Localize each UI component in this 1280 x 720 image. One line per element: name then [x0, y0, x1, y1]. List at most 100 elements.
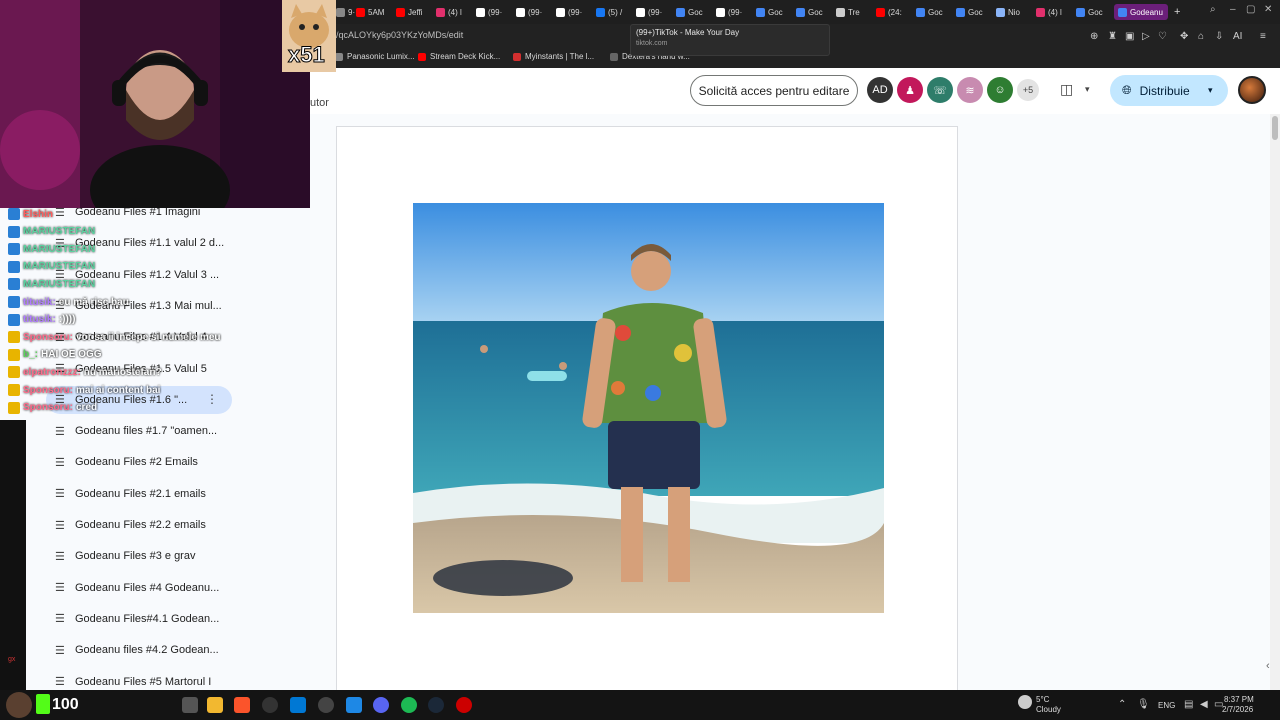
language-indicator[interactable]: ENG: [1158, 701, 1175, 710]
screenshot-icon[interactable]: ▣: [1125, 31, 1134, 42]
outline-item[interactable]: ☰ Godeanu files #1.7 "oamen...: [55, 420, 225, 442]
outline-item[interactable]: ☰ Godeanu Files #2.1 emails: [55, 483, 225, 505]
browser-tab[interactable]: (24:: [876, 4, 914, 20]
viewer-avatar[interactable]: ♟: [897, 77, 923, 103]
brave-browser-icon[interactable]: [234, 697, 250, 713]
browser-tab[interactable]: Goc: [916, 4, 954, 20]
tab-favicon-icon: [396, 7, 405, 17]
extension-icon[interactable]: ♜: [1108, 31, 1117, 42]
outline-item[interactable]: ☰ Godeanu Files #2.2 emails: [55, 514, 225, 536]
browser-tab[interactable]: (99·: [476, 4, 514, 20]
outline-item[interactable]: ☰ Godeanu Files #4 Godeanu...: [55, 577, 225, 599]
outline-item-label: Godeanu Files#4.1 Godean...: [75, 612, 220, 625]
profile-avatar[interactable]: [1238, 76, 1266, 104]
browser-tab[interactable]: (99·: [636, 4, 674, 20]
discord-icon[interactable]: [373, 697, 389, 713]
chevron-left-icon[interactable]: ‹: [1266, 660, 1270, 672]
browser-tab[interactable]: (5) /: [596, 4, 634, 20]
microphone-icon[interactable]: 🎙︎: [1137, 699, 1150, 710]
browser-tab[interactable]: (99·: [556, 4, 594, 20]
download-icon[interactable]: ⇩: [1215, 31, 1223, 42]
meet-video-icon[interactable]: ◫: [1060, 81, 1073, 98]
extensions-puzzle-icon[interactable]: ✥: [1180, 31, 1188, 42]
steam-icon[interactable]: [428, 697, 444, 713]
spotify-icon[interactable]: [401, 697, 417, 713]
browser-tab[interactable]: (99·: [516, 4, 554, 20]
tab-favicon-icon: [556, 7, 565, 17]
scrollbar-thumb[interactable]: [1272, 116, 1278, 140]
chat-username: Elshin: [23, 208, 54, 220]
app-icon[interactable]: [346, 697, 362, 713]
chat-username: elpatronzzz:: [23, 366, 81, 378]
viewer-avatar[interactable]: ☺: [987, 77, 1013, 103]
outline-item[interactable]: ☰ Godeanu files #4.2 Godean...: [55, 639, 225, 661]
browser-tab[interactable]: Goc: [796, 4, 834, 20]
browser-tab[interactable]: Nio: [996, 4, 1034, 20]
viewer-avatar[interactable]: ≋: [957, 77, 983, 103]
opera-gx-icon[interactable]: [456, 697, 472, 713]
play-icon[interactable]: ▷: [1142, 31, 1150, 42]
browser-tab[interactable]: (99·: [716, 4, 754, 20]
bookmark-item[interactable]: Stream Deck Kick...: [418, 52, 500, 61]
weather-condition[interactable]: Cloudy: [1036, 705, 1061, 714]
more-viewers-badge[interactable]: +5: [1017, 79, 1039, 101]
request-edit-access-button[interactable]: Solicită acces pentru editare: [690, 75, 858, 106]
browser-tab[interactable]: 5AM: [356, 4, 394, 20]
obs-icon[interactable]: [262, 697, 278, 713]
outline-item[interactable]: ☰ Godeanu Files #3 e grav: [55, 545, 225, 567]
bookmark-label: Stream Deck Kick...: [430, 52, 501, 61]
bookmark-item[interactable]: Myinstants | The l...: [513, 52, 594, 61]
share-caret-icon[interactable]: ▾: [1208, 85, 1213, 96]
outline-item[interactable]: ☰ Godeanu Files #2 Emails: [55, 451, 225, 473]
tab-favicon-icon: [596, 7, 605, 17]
tab-label: Goc: [968, 7, 983, 17]
clock-date[interactable]: 2/7/2026: [1222, 705, 1253, 714]
chat-text: :)))): [58, 314, 76, 326]
store-icon[interactable]: [290, 697, 306, 713]
meet-caret-icon[interactable]: ▾: [1085, 84, 1090, 95]
wifi-icon[interactable]: ▤: [1184, 699, 1193, 710]
file-explorer-icon[interactable]: [207, 697, 223, 713]
chat-text: vor sa ii incepe si numele meu: [76, 331, 221, 343]
tab-label: (4) l: [448, 7, 462, 17]
chat-message: b_: HAI OE OGG: [8, 348, 102, 361]
new-tab-button[interactable]: +: [1174, 4, 1188, 20]
menu-icon[interactable]: ≡: [1260, 31, 1266, 42]
scrollbar[interactable]: [1270, 114, 1280, 690]
browser-tab[interactable]: Goc: [1076, 4, 1114, 20]
bookmark-heart-icon[interactable]: ♡: [1158, 31, 1167, 42]
settings-gear-icon[interactable]: [318, 697, 334, 713]
outline-item[interactable]: ☰ Godeanu Files#4.1 Godean...: [55, 608, 225, 630]
bookmark-favicon-icon: [513, 52, 521, 61]
close-window-icon[interactable]: ✕: [1264, 4, 1272, 15]
wallet-icon[interactable]: ⌂: [1198, 31, 1204, 42]
minimize-icon[interactable]: –: [1230, 4, 1236, 15]
maximize-icon[interactable]: ▢: [1246, 4, 1255, 15]
ai-button[interactable]: AI: [1233, 31, 1242, 42]
tray-overflow-icon[interactable]: ⌃: [1118, 699, 1126, 710]
browser-tab[interactable]: Goc: [756, 4, 794, 20]
zoom-icon[interactable]: ⊕: [1090, 31, 1098, 42]
browser-tab[interactable]: Jeffi: [396, 4, 434, 20]
search-tabs-icon[interactable]: ⌕: [1210, 4, 1216, 15]
browser-tab[interactable]: Godeanu: [1114, 4, 1168, 20]
bookmark-item[interactable]: Panasonic Lumix...: [335, 52, 415, 61]
viewer-avatar[interactable]: AD: [867, 77, 893, 103]
task-view-icon[interactable]: [182, 697, 198, 713]
browser-tab[interactable]: Tre: [836, 4, 874, 20]
browser-tab[interactable]: Goc: [956, 4, 994, 20]
clock-time[interactable]: 8:37 PM: [1224, 695, 1254, 704]
outline-item-label: Godeanu files #4.2 Godean...: [75, 644, 219, 657]
tab-label: (99·: [728, 7, 743, 17]
browser-tab[interactable]: (4) l: [1036, 4, 1074, 20]
weather-temperature[interactable]: 5°C: [1036, 695, 1049, 704]
browser-tab[interactable]: (4) l: [436, 4, 474, 20]
viewer-avatar[interactable]: ☏: [927, 77, 953, 103]
tab-favicon-icon: [676, 7, 685, 17]
chat-text: nu mariostefan?: [83, 366, 162, 378]
url-field[interactable]: /qcALOYky6p03YKzYoMDs/edit: [336, 30, 463, 40]
tab-favicon-icon: [836, 7, 845, 17]
volume-icon[interactable]: ◀︎: [1200, 699, 1208, 710]
more-options-icon[interactable]: ⋮: [206, 392, 218, 406]
browser-tab[interactable]: Goc: [676, 4, 714, 20]
